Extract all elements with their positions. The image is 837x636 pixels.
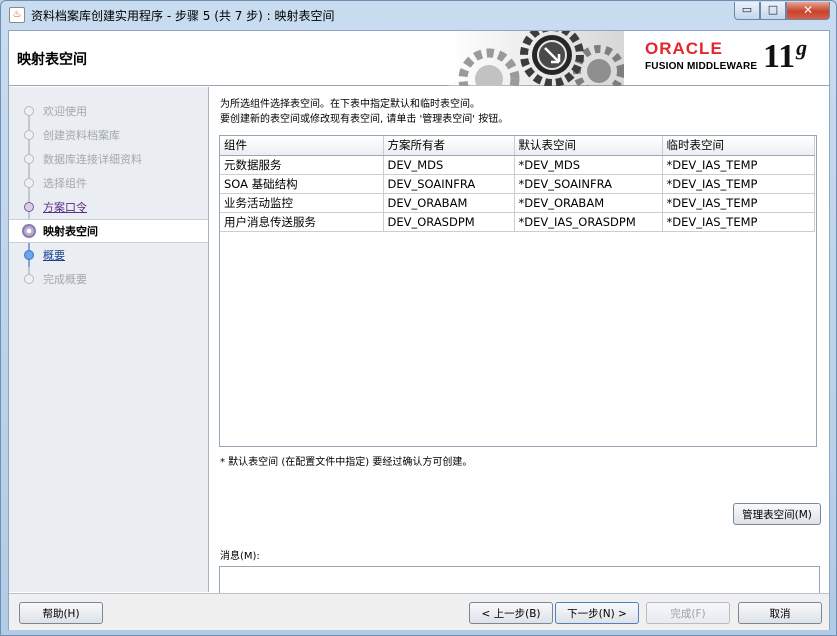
step-map-tablespaces: 映射表空间: [9, 219, 208, 243]
step-schema-passwords[interactable]: 方案口令: [9, 195, 208, 219]
step-label[interactable]: 概要: [43, 247, 65, 263]
column-header-schema-owner[interactable]: 方案所有者: [383, 136, 515, 156]
wizard-footer: 帮助(H) < 上一步(B) 下一步(N) > 完成(F) 取消: [9, 593, 829, 630]
table-row[interactable]: SOA 基础结构 DEV_SOAINFRA *DEV_SOAINFRA *DEV…: [220, 174, 815, 194]
cell-schema-owner: DEV_SOAINFRA: [383, 174, 515, 194]
column-header-temp-tablespace[interactable]: 临时表空间: [662, 136, 815, 156]
oracle-logo: ORACLE FUSION MIDDLEWARE: [645, 39, 757, 72]
wizard-client-area: 映射表空间 ORACLE FUSION MIDDLEWARE 11g 欢迎使用 …: [8, 30, 830, 630]
step-create-repository: 创建资料档案库: [9, 123, 208, 147]
cancel-button[interactable]: 取消: [738, 602, 822, 624]
step-label: 完成概要: [43, 273, 87, 286]
table-row[interactable]: 用户消息传送服务 DEV_ORASDPM *DEV_IAS_ORASDPM *D…: [220, 212, 815, 232]
steps-sidebar: 欢迎使用 创建资料档案库 数据库连接详细资料 选择组件 方案口令 映射表空间 概…: [9, 87, 209, 592]
version-11g-logo: 11g: [763, 35, 807, 76]
step-label: 选择组件: [43, 177, 87, 190]
step-dot-icon: [24, 202, 34, 212]
maximize-button[interactable]: □: [760, 2, 786, 20]
window-title: 资料档案库创建实用程序 - 步骤 5 (共 7 步) : 映射表空间: [31, 9, 335, 23]
cell-default-tablespace[interactable]: *DEV_SOAINFRA: [514, 174, 663, 194]
next-button[interactable]: 下一步(N) >: [555, 602, 639, 624]
fusion-middleware-wordmark: FUSION MIDDLEWARE: [645, 61, 758, 72]
default-tablespace-footnote: * 默认表空间 (在配置文件中指定) 要经过确认方可创建。: [220, 457, 473, 468]
step-dot-icon: [24, 250, 34, 260]
current-step-icon: [22, 224, 36, 238]
version-letter: g: [796, 35, 808, 60]
cell-component: 业务活动监控: [220, 193, 384, 213]
step-welcome: 欢迎使用: [9, 99, 208, 128]
column-header-default-tablespace[interactable]: 默认表空间: [514, 136, 663, 156]
finish-button: 完成(F): [646, 602, 730, 624]
table-header-row: 组件 方案所有者 默认表空间 临时表空间: [220, 136, 815, 156]
step-dot-icon: [24, 106, 34, 116]
back-button[interactable]: < 上一步(B): [469, 602, 553, 624]
cell-default-tablespace[interactable]: *DEV_MDS: [514, 155, 663, 175]
minimize-button[interactable]: ▭: [734, 2, 760, 20]
instruction-line: 为所选组件选择表空间。在下表中指定默认和临时表空间。: [220, 99, 480, 110]
table-row[interactable]: 元数据服务 DEV_MDS *DEV_MDS *DEV_IAS_TEMP: [220, 155, 815, 175]
java-cup-icon: ♨: [9, 7, 25, 23]
cell-component: 用户消息传送服务: [220, 212, 384, 232]
step-completion-summary: 完成概要: [9, 267, 208, 291]
step-dot-icon: [24, 130, 34, 140]
gears-graphic-icon: [449, 31, 624, 86]
step-database-connection: 数据库连接详细资料: [9, 147, 208, 171]
step-dot-icon: [24, 274, 34, 284]
step-label: 欢迎使用: [43, 105, 87, 118]
cell-temp-tablespace[interactable]: *DEV_IAS_TEMP: [662, 212, 815, 232]
page-title: 映射表空间: [17, 52, 87, 68]
cell-temp-tablespace[interactable]: *DEV_IAS_TEMP: [662, 155, 815, 175]
manage-tablespaces-button[interactable]: 管理表空间(M): [733, 503, 821, 525]
step-label: 映射表空间: [43, 225, 98, 238]
oracle-wordmark: ORACLE: [645, 39, 723, 58]
wizard-header: 映射表空间 ORACLE FUSION MIDDLEWARE 11g: [9, 31, 829, 86]
version-number: 11: [763, 38, 796, 75]
cell-component: SOA 基础结构: [220, 174, 384, 194]
title-bar[interactable]: ♨ 资料档案库创建实用程序 - 步骤 5 (共 7 步) : 映射表空间 ▭ □…: [1, 1, 836, 30]
instructions: 为所选组件选择表空间。在下表中指定默认和临时表空间。 要创建新的表空间或修改现有…: [220, 97, 508, 127]
cell-schema-owner: DEV_ORABAM: [383, 193, 515, 213]
cell-temp-tablespace[interactable]: *DEV_IAS_TEMP: [662, 174, 815, 194]
step-label: 数据库连接详细资料: [43, 153, 142, 166]
help-button[interactable]: 帮助(H): [19, 602, 103, 624]
step-select-components: 选择组件: [9, 171, 208, 195]
close-button[interactable]: ✕: [786, 2, 830, 20]
cell-schema-owner: DEV_ORASDPM: [383, 212, 515, 232]
cell-schema-owner: DEV_MDS: [383, 155, 515, 175]
installer-window: ♨ 资料档案库创建实用程序 - 步骤 5 (共 7 步) : 映射表空间 ▭ □…: [0, 0, 837, 636]
cell-default-tablespace[interactable]: *DEV_ORABAM: [514, 193, 663, 213]
instruction-line: 要创建新的表空间或修改现有表空间, 请单击 '管理表空间' 按钮。: [220, 114, 509, 125]
step-label: 创建资料档案库: [43, 129, 120, 142]
step-dot-icon: [24, 154, 34, 164]
window-controls: ▭ □ ✕: [734, 2, 830, 20]
step-dot-icon: [24, 178, 34, 188]
cell-default-tablespace[interactable]: *DEV_IAS_ORASDPM: [514, 212, 663, 232]
column-header-component[interactable]: 组件: [220, 136, 384, 156]
table-row[interactable]: 业务活动监控 DEV_ORABAM *DEV_ORABAM *DEV_IAS_T…: [220, 193, 815, 213]
step-label[interactable]: 方案口令: [43, 199, 87, 215]
tablespace-table: 组件 方案所有者 默认表空间 临时表空间 元数据服务 DEV_MDS *DEV_…: [219, 135, 817, 447]
cell-component: 元数据服务: [220, 155, 384, 175]
cell-temp-tablespace[interactable]: *DEV_IAS_TEMP: [662, 193, 815, 213]
step-summary[interactable]: 概要: [9, 243, 208, 267]
messages-label: 消息(M):: [220, 551, 260, 562]
